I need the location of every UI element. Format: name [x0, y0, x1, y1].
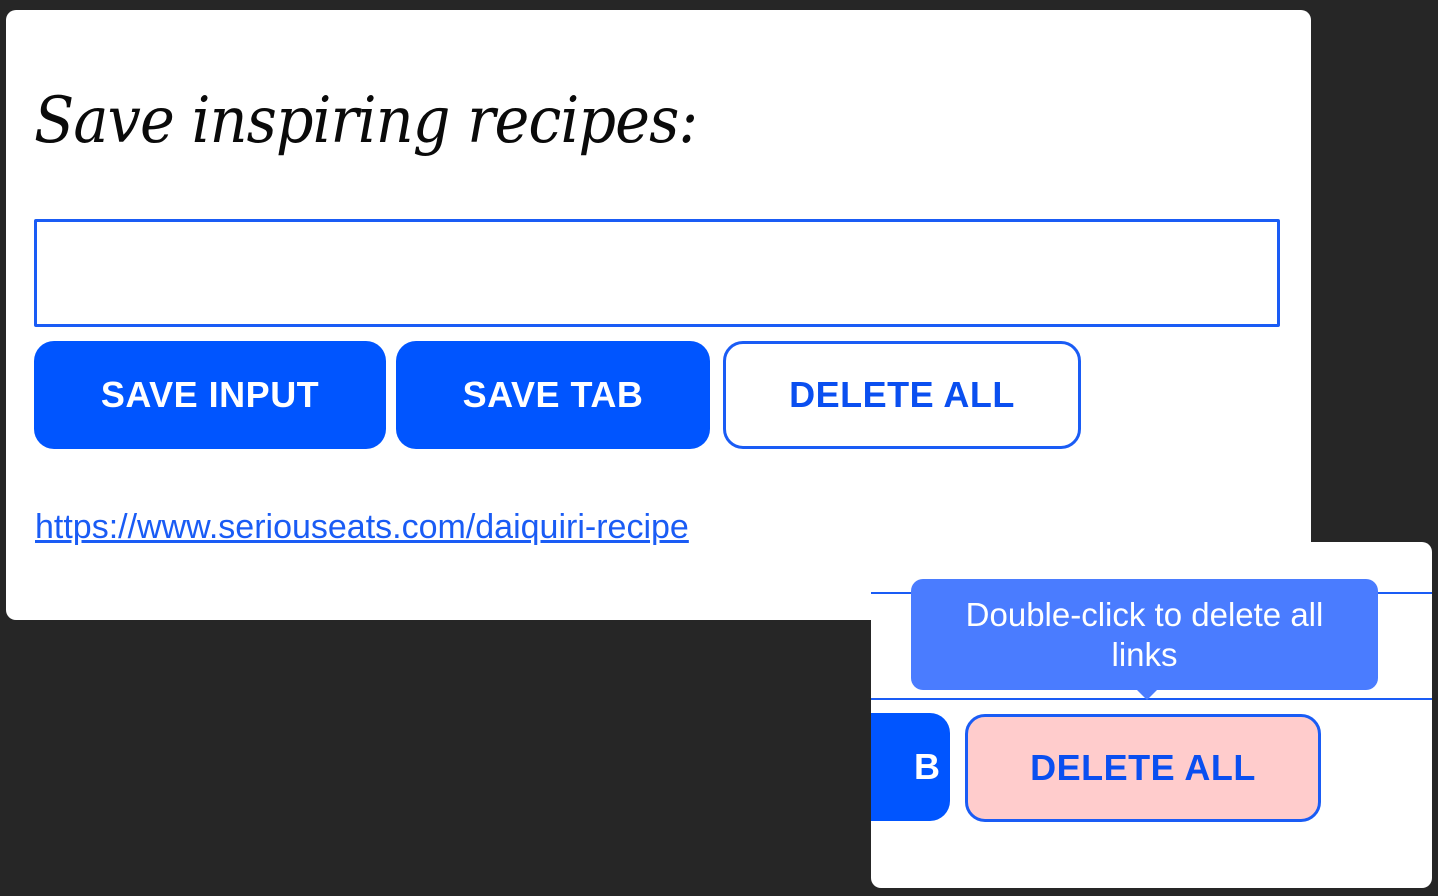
delete-all-button[interactable]: DELETE ALL [723, 341, 1081, 449]
tooltip-arrow [1136, 689, 1158, 700]
zoom-inset: B DELETE ALL Double-click to delete all … [871, 542, 1432, 888]
save-tab-button[interactable]: SAVE TAB [396, 341, 710, 449]
tooltip-text: Double-click to delete all links [965, 595, 1324, 673]
page-title: Save inspiring recipes: [34, 84, 698, 158]
save-input-button[interactable]: SAVE INPUT [34, 341, 386, 449]
save-tab-partial-label: B [914, 746, 940, 787]
url-input[interactable] [34, 219, 1280, 327]
delete-tooltip: Double-click to delete all links [911, 579, 1378, 690]
saved-link[interactable]: https://www.seriouseats.com/daiquiri-rec… [35, 508, 689, 547]
delete-all-button-hover[interactable]: DELETE ALL [965, 714, 1321, 822]
recipe-saver-panel: Save inspiring recipes: SAVE INPUT SAVE … [6, 10, 1311, 620]
save-tab-button-partial[interactable]: B [871, 713, 950, 821]
